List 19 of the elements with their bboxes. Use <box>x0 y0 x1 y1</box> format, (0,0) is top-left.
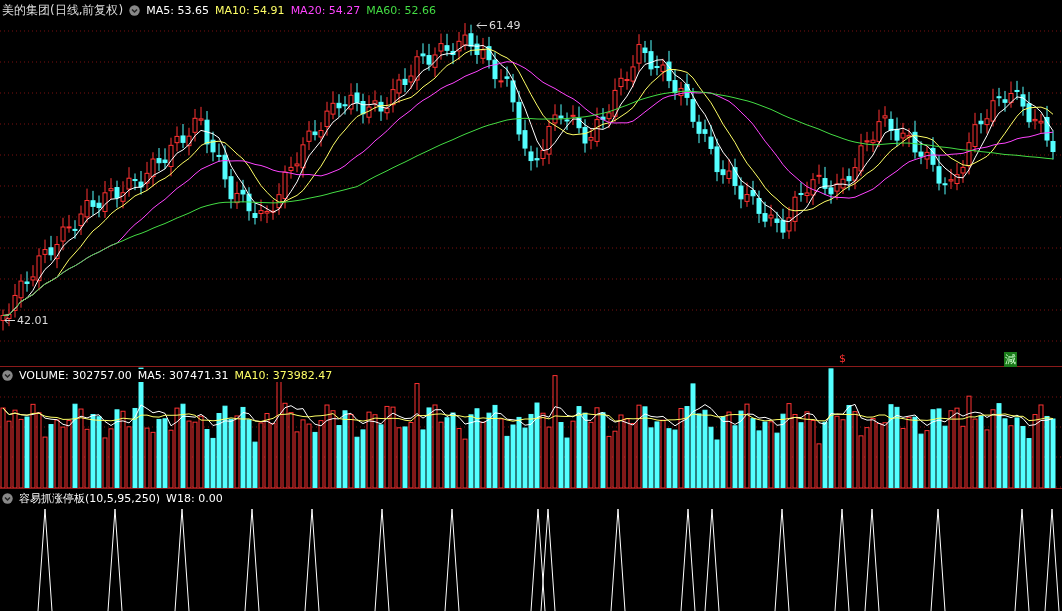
stock-title: 美的集团(日线,前复权) <box>2 2 124 19</box>
indicator-label: VOLUME: 302757.00 <box>19 369 132 382</box>
high-price-label: 61.49 <box>489 19 521 32</box>
chevron-down-icon[interactable] <box>129 5 141 16</box>
indicator-label: 容易抓涨停板(10,5,95,250) <box>19 491 161 506</box>
indicator-label: W18: 0.00 <box>166 492 223 505</box>
chevron-down-icon[interactable] <box>2 370 13 381</box>
indicator-label: MA20: 54.27 <box>290 4 361 17</box>
signal-marker: $ <box>838 352 847 365</box>
signal-marker: 減 <box>1004 352 1017 367</box>
indicator-label: MA10: 54.91 <box>214 4 285 17</box>
chevron-down-icon[interactable] <box>2 493 13 504</box>
indicator-label: MA5: 307471.31 <box>137 369 229 382</box>
indicator-label: MA60: 52.66 <box>366 4 437 17</box>
indicator-label: MA10: 373982.47 <box>234 369 333 382</box>
arrow-icon <box>476 21 488 30</box>
arrow-icon <box>4 316 16 325</box>
low-price-label: 42.01 <box>17 314 49 327</box>
indicator-label: MA5: 53.65 <box>146 4 209 17</box>
